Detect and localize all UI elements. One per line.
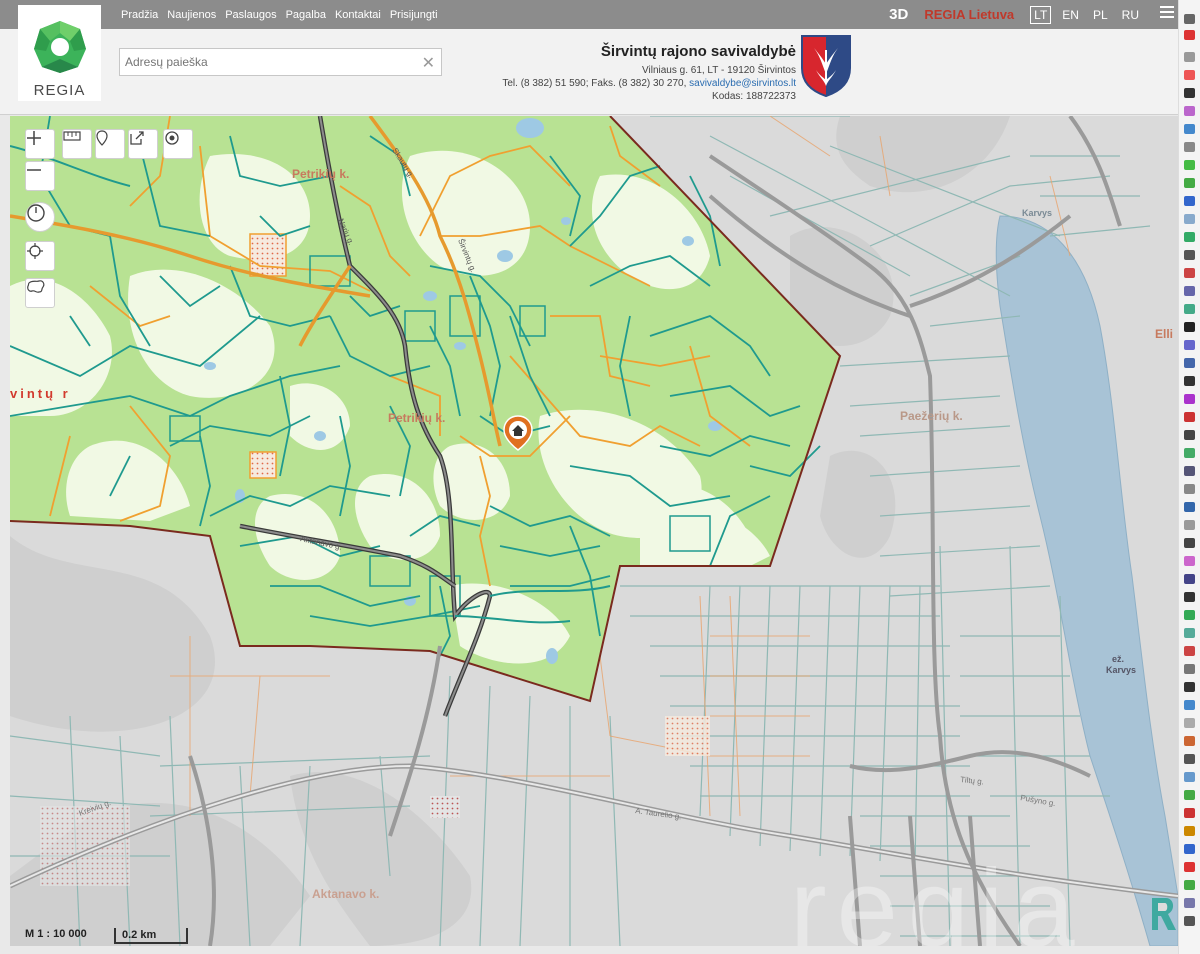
language-en[interactable]: EN (1059, 7, 1082, 23)
clock-icon (27, 204, 45, 222)
label-lake-2: Karvys (1106, 665, 1136, 675)
zoom-out-button[interactable] (25, 161, 55, 191)
label-paezeriu: Paežerių k. (900, 409, 963, 423)
dotted-parcel (430, 796, 460, 818)
dotted-parcel (249, 233, 287, 277)
label-lake-1: ež. (1112, 654, 1124, 664)
map-canvas[interactable]: Petrikių k. Petrikių k. vintų r Paežerių… (10, 116, 1178, 946)
address-search-input[interactable] (120, 49, 410, 75)
3d-view-button[interactable]: 3D (889, 6, 908, 23)
right-side-strip (1178, 0, 1200, 954)
municipality-contacts: Tel. (8 382) 51 590; Faks. (8 382) 30 27… (502, 77, 796, 90)
municipality-info: Širvintų rajono savivaldybė Vilniaus g. … (502, 43, 796, 103)
regia-logo-icon (33, 21, 86, 73)
measure-button[interactable] (62, 129, 92, 159)
label-petrikiu-north: Petrikių k. (292, 167, 349, 181)
top-navigation-bar: Pradžia Naujienos Paslaugos Pagalba Kont… (0, 0, 1178, 29)
municipality-crest-icon (801, 35, 851, 98)
area-select-button[interactable] (25, 278, 55, 308)
label-elli: Elli (1155, 327, 1173, 341)
label-petrikiu-center: Petrikių k. (388, 411, 445, 425)
menu-item-pradzia[interactable]: Pradžia (121, 9, 158, 21)
pin-icon (96, 130, 108, 146)
scale-bar: 0.2 km (114, 928, 188, 944)
language-ru[interactable]: RU (1119, 7, 1142, 23)
logo-text: REGIA (33, 82, 86, 99)
regia-watermark: regia (790, 847, 1085, 946)
history-button[interactable] (25, 202, 55, 232)
language-lt[interactable]: LT (1030, 5, 1052, 24)
top-right-controls: 3D REGIA Lietuva LT EN PL RU (889, 0, 1142, 29)
main-menu: Pradžia Naujienos Paslaugos Pagalba Kont… (121, 0, 438, 29)
share-icon (130, 131, 144, 145)
menu-item-naujienos[interactable]: Naujienos (167, 9, 216, 21)
crosshair-icon (27, 243, 43, 259)
menu-item-prisijungti[interactable]: Prisijungti (390, 9, 438, 21)
scale-bar-label: 0.2 km (122, 929, 157, 941)
dotted-parcel (249, 451, 277, 479)
dotted-parcel (665, 716, 710, 756)
add-marker-button[interactable] (95, 129, 125, 159)
language-pl[interactable]: PL (1090, 7, 1111, 23)
email-link[interactable]: savivaldybe@sirvintos.lt (689, 78, 796, 89)
menu-item-paslaugos[interactable]: Paslaugos (225, 9, 276, 21)
app-root: Pradžia Naujienos Paslaugos Pagalba Kont… (0, 0, 1200, 954)
label-aktanavo: Aktanavo k. (312, 887, 379, 901)
header: REGIA ✕ Širvintų rajono savivaldybė Viln… (0, 5, 1178, 115)
municipality-code: Kodas: 188722373 (712, 91, 796, 102)
map-view[interactable]: Petrikių k. Petrikių k. vintų r Paežerių… (10, 116, 1178, 946)
locate-button[interactable] (163, 129, 193, 159)
label-sirvintu-r: vintų r (10, 386, 71, 401)
zoom-in-button[interactable] (25, 129, 55, 159)
phone-fax: Tel. (8 382) 51 590; Faks. (8 382) 30 27… (502, 78, 690, 89)
label-karvys-village: Karvys (1022, 208, 1052, 218)
municipality-address: Vilniaus g. 61, LT - 19120 Širvintos (642, 65, 796, 76)
share-button[interactable] (128, 129, 158, 159)
minus-icon (27, 169, 41, 171)
map-scale: M 1 : 10 000 (25, 928, 87, 940)
menu-item-pagalba[interactable]: Pagalba (286, 9, 326, 21)
menu-item-kontaktai[interactable]: Kontaktai (335, 9, 381, 21)
dotted-parcel (40, 806, 130, 886)
municipality-name: Širvintų rajono savivaldybė (600, 43, 796, 60)
gps-button[interactable] (25, 241, 55, 271)
clear-search-icon[interactable]: ✕ (422, 53, 435, 73)
address-search[interactable]: ✕ (119, 48, 442, 76)
regia-lietuva-link[interactable]: REGIA Lietuva (924, 7, 1014, 22)
region-outline-icon (27, 280, 45, 293)
ruler-icon (63, 131, 81, 141)
regia-logo[interactable]: REGIA (18, 5, 101, 101)
plus-icon (27, 131, 41, 145)
hamburger-menu-icon[interactable] (1160, 6, 1174, 21)
target-icon (165, 131, 179, 145)
